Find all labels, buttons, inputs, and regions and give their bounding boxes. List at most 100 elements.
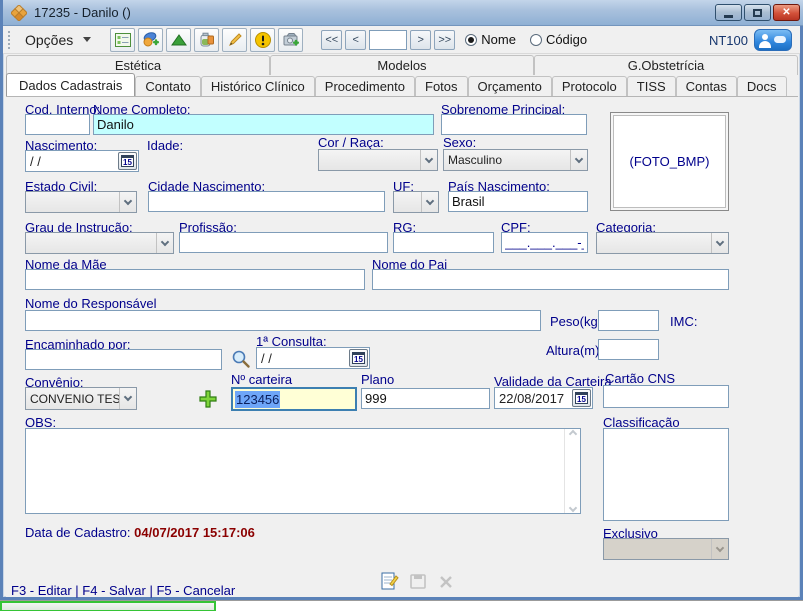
obs-scrollbar[interactable] — [564, 429, 580, 513]
nav-last-button[interactable]: >> — [434, 30, 455, 50]
tab-item[interactable]: Procedimento — [315, 76, 415, 96]
tab-item[interactable]: Docs — [737, 76, 787, 96]
radio-nome[interactable]: Nome — [465, 32, 516, 47]
plano-input[interactable] — [361, 388, 490, 409]
maximize-button[interactable] — [744, 4, 771, 21]
sobrenome-input[interactable] — [441, 114, 587, 135]
classificacao-listbox[interactable] — [603, 428, 729, 521]
exclusivo-select[interactable] — [603, 538, 729, 560]
cpf-input[interactable] — [501, 232, 588, 253]
alert-button[interactable] — [250, 28, 275, 52]
cor-raca-select[interactable] — [318, 149, 438, 171]
altura-input[interactable] — [598, 339, 659, 360]
photo-add-button[interactable] — [278, 28, 303, 52]
convenio-select[interactable]: CONVENIO TESTE — [25, 387, 137, 410]
profissao-input[interactable] — [179, 232, 388, 253]
tab-item[interactable]: Modelos — [270, 55, 534, 75]
imc-label: IMC: — [670, 314, 697, 329]
grau-instrucao-select[interactable] — [25, 232, 174, 254]
scroll-down-icon[interactable] — [568, 504, 576, 512]
nome-responsavel-input[interactable] — [25, 310, 541, 331]
tab-item[interactable]: Protocolo — [552, 76, 627, 96]
tab-item[interactable]: Contas — [676, 76, 737, 96]
radio-codigo[interactable]: Código — [530, 32, 587, 47]
obs-textarea[interactable] — [26, 429, 564, 513]
radio-codigo-label: Código — [546, 32, 587, 47]
nav-prev-button[interactable]: < — [345, 30, 366, 50]
tab-item[interactable]: TISS — [627, 76, 676, 96]
options-menu-button[interactable]: Opções — [16, 28, 100, 51]
photo-add-icon — [282, 31, 300, 49]
calendar-icon[interactable]: 15 — [572, 389, 591, 407]
record-action-buttons — [381, 571, 455, 591]
nav-next-button[interactable]: > — [410, 30, 431, 50]
evolution-button[interactable] — [166, 28, 191, 52]
edit-record-icon[interactable] — [381, 571, 399, 591]
nome-responsavel-label: Nome do Responsável — [25, 296, 157, 311]
pencil-icon — [226, 31, 244, 49]
nome-completo-input[interactable] — [93, 114, 434, 135]
person-icon — [762, 34, 768, 40]
app-diamond-icon — [11, 5, 27, 21]
nascimento-value: / / — [26, 154, 118, 169]
obs-textarea-wrap — [25, 428, 581, 514]
peso-label: Peso(kg) — [550, 314, 602, 329]
chevron-down-icon — [711, 539, 728, 559]
chevron-down-icon — [119, 388, 136, 409]
cidade-nascimento-input[interactable] — [148, 191, 385, 212]
chevron-down-icon — [83, 37, 91, 42]
categoria-select[interactable] — [596, 232, 729, 254]
calendar-icon[interactable]: 15 — [118, 152, 137, 170]
toolbar-gripper[interactable] — [7, 30, 12, 50]
tab-item[interactable]: Orçamento — [468, 76, 552, 96]
save-record-icon-disabled[interactable] — [409, 571, 427, 591]
scroll-up-icon[interactable] — [568, 430, 576, 438]
data-cadastro-value: 04/07/2017 15:17:06 — [134, 525, 255, 540]
speech-bubble-icon — [774, 36, 786, 43]
n-carteira-input[interactable]: 123456 — [231, 387, 357, 411]
minimize-button[interactable] — [715, 4, 742, 21]
tab-item[interactable]: Dados Cadastrais — [6, 73, 135, 96]
nav-first-button[interactable]: << — [321, 30, 342, 50]
edit-button[interactable] — [222, 28, 247, 52]
cancel-record-icon-disabled[interactable] — [437, 571, 455, 591]
data-cadastro-label: Data de Cadastro: — [25, 525, 131, 540]
validade-datefield[interactable]: 22/08/2017 15 — [494, 387, 593, 409]
tab-item[interactable]: G.Obstetrícia — [534, 55, 798, 75]
nascimento-datefield[interactable]: / / 15 — [25, 150, 139, 172]
tab-item[interactable]: Estética — [6, 55, 270, 75]
sexo-select[interactable]: Masculino — [443, 149, 588, 171]
pais-nascimento-input[interactable] — [448, 191, 588, 212]
nome-pai-input[interactable] — [372, 269, 729, 290]
patient-record-button[interactable] — [110, 28, 135, 52]
uf-select[interactable] — [393, 191, 439, 213]
record-search-input[interactable] — [369, 30, 407, 50]
calendar-icon[interactable]: 15 — [349, 349, 368, 367]
chevron-down-icon — [119, 192, 136, 212]
medications-add-button[interactable] — [138, 28, 163, 52]
rg-input[interactable] — [393, 232, 494, 253]
chevron-down-icon — [420, 150, 437, 170]
screen: 17235 - Danilo () ✕ Opções — [0, 0, 803, 611]
chat-button[interactable] — [754, 29, 792, 51]
add-convenio-icon[interactable] — [199, 390, 217, 408]
nome-mae-input[interactable] — [25, 269, 365, 290]
tab-item[interactable]: Contato — [135, 76, 201, 96]
tab-item[interactable]: Fotos — [415, 76, 468, 96]
alert-icon — [254, 31, 272, 49]
estado-civil-select[interactable] — [25, 191, 137, 213]
version-label: NT100 — [709, 33, 748, 48]
primeira-consulta-datefield[interactable]: / / 15 — [256, 347, 370, 369]
tab-row-secondary: EstéticaModelosG.Obstetrícia — [6, 55, 798, 75]
peso-input[interactable] — [598, 310, 659, 331]
close-button[interactable]: ✕ — [773, 4, 800, 21]
prescription-button[interactable] — [194, 28, 219, 52]
tab-item[interactable]: Histórico Clínico — [201, 76, 315, 96]
search-icon[interactable] — [231, 349, 251, 369]
patient-photo-placeholder[interactable]: (FOTO_BMP) — [610, 112, 729, 211]
background-highlight-item — [0, 601, 216, 611]
encaminhado-input[interactable] — [25, 349, 222, 370]
tab-row-main: Dados CadastraisContatoHistórico Clínico… — [6, 75, 798, 97]
cartao-cns-input[interactable] — [603, 385, 729, 408]
cod-interno-input[interactable] — [25, 114, 90, 135]
